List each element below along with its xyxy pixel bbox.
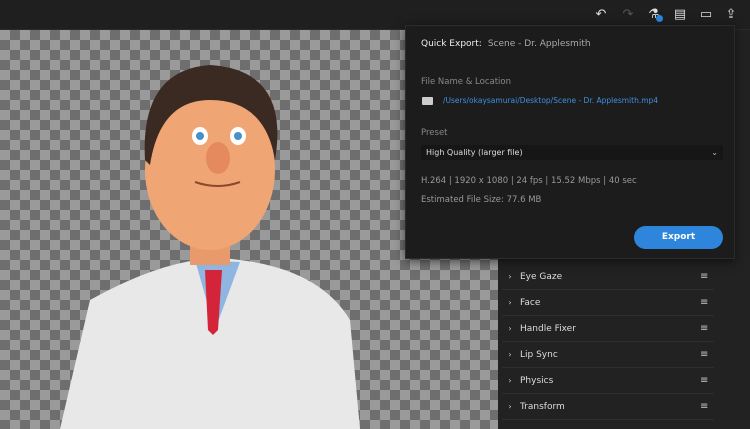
behavior-physics[interactable]: › Physics ≡ <box>502 368 714 394</box>
flask-icon[interactable]: ⚗ <box>645 6 663 24</box>
scene-name: Scene - Dr. Applesmith <box>487 39 591 49</box>
popover-title: Quick Export: Scene - Dr. Applesmith <box>421 39 591 49</box>
behavior-handle-fixer[interactable]: › Handle Fixer ≡ <box>502 316 714 342</box>
behavior-face[interactable]: › Face ≡ <box>502 290 714 316</box>
undo-icon[interactable]: ↶ <box>592 6 610 24</box>
chevron-right-icon: › <box>508 376 512 385</box>
share-icon[interactable]: ⇪ <box>722 6 740 24</box>
chevron-right-icon: › <box>508 350 512 359</box>
menu-icon[interactable]: ≡ <box>700 349 714 360</box>
chevron-right-icon: › <box>508 272 512 281</box>
menu-icon[interactable]: ≡ <box>700 323 714 334</box>
menu-icon[interactable]: ≡ <box>700 297 714 308</box>
preset-dropdown[interactable]: High Quality (larger file) ⌄ <box>421 145 723 160</box>
behavior-eye-gaze[interactable]: › Eye Gaze ≡ <box>502 264 714 290</box>
menu-icon[interactable]: ≡ <box>700 401 714 412</box>
file-location-label: File Name & Location <box>421 77 511 87</box>
behavior-lip-sync[interactable]: › Lip Sync ≡ <box>502 342 714 368</box>
chevron-down-icon: ⌄ <box>711 148 718 157</box>
export-specs: H.264 | 1920 x 1080 | 24 fps | 15.52 Mbp… <box>421 176 637 186</box>
export-button[interactable]: Export <box>634 226 723 249</box>
panel-icon[interactable]: ▭ <box>697 6 715 24</box>
redo-icon[interactable]: ↷ <box>619 6 637 24</box>
behavior-transform[interactable]: › Transform ≡ <box>502 394 714 420</box>
comment-icon[interactable]: ▤ <box>671 6 689 24</box>
menu-icon[interactable]: ≡ <box>700 375 714 386</box>
file-path-link[interactable]: /Users/okaysamurai/Desktop/Scene - Dr. A… <box>443 96 658 105</box>
quick-export-popover: Quick Export: Scene - Dr. Applesmith File… <box>405 25 735 259</box>
estimated-file-size: Estimated File Size: 77.6 MB <box>421 195 542 205</box>
folder-icon[interactable] <box>422 97 433 105</box>
chevron-right-icon: › <box>508 324 512 333</box>
menu-icon[interactable]: ≡ <box>700 271 714 282</box>
chevron-right-icon: › <box>508 402 512 411</box>
preset-label: Preset <box>421 128 448 138</box>
chevron-right-icon: › <box>508 298 512 307</box>
